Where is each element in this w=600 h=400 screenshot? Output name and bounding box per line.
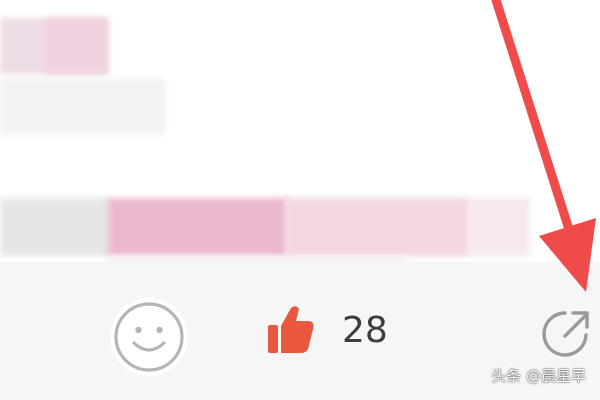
blurred-block <box>108 198 288 256</box>
share-arrow-icon <box>542 311 589 357</box>
blurred-block <box>44 18 108 74</box>
like-button[interactable]: 28 <box>262 300 422 360</box>
share-button[interactable] <box>537 305 595 363</box>
blurred-content-area <box>0 0 600 285</box>
blurred-block <box>285 198 470 256</box>
smiley-face-icon <box>114 302 184 372</box>
blurred-block <box>0 78 165 134</box>
like-count: 28 <box>342 309 388 351</box>
blurred-block <box>468 198 530 256</box>
watermark: 头条 @晨星早 <box>491 367 586 385</box>
blurred-block <box>0 198 110 256</box>
thumbs-up-icon <box>268 306 314 353</box>
emoji-button[interactable] <box>110 298 188 376</box>
